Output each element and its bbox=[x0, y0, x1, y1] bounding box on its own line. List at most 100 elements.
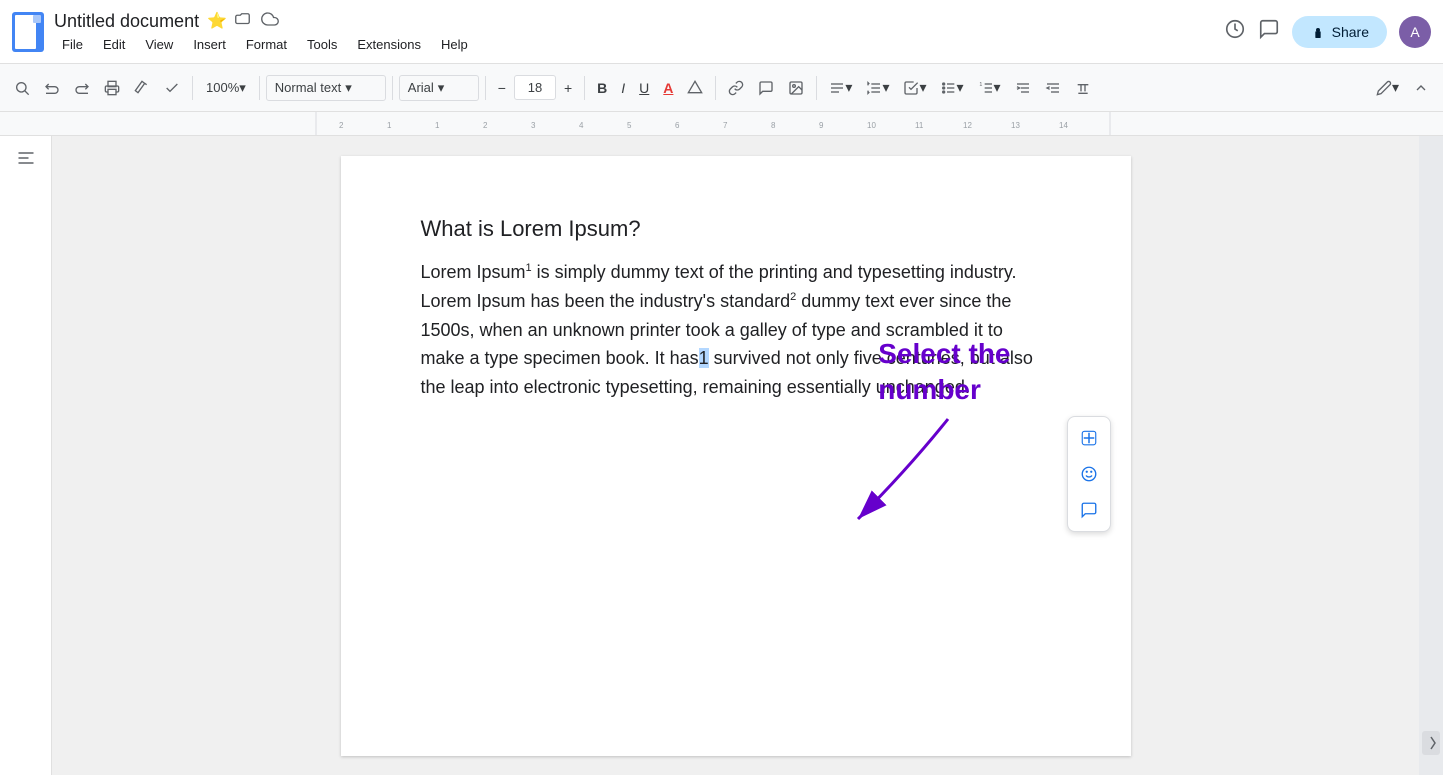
header-right: Share A bbox=[1224, 16, 1431, 48]
doc-body: Lorem Ipsum1 is simply dummy text of the… bbox=[421, 258, 1051, 402]
doc-title: Untitled document ⭐ bbox=[54, 10, 1224, 33]
svg-text:12: 12 bbox=[963, 121, 972, 130]
svg-text:4: 4 bbox=[579, 121, 584, 130]
undo-button[interactable] bbox=[38, 76, 66, 100]
svg-text:2: 2 bbox=[483, 121, 488, 130]
highlight-button[interactable] bbox=[681, 76, 709, 100]
clear-format-button[interactable] bbox=[1069, 76, 1097, 100]
title-icons: ⭐ bbox=[207, 10, 279, 33]
share-button[interactable]: Share bbox=[1292, 16, 1387, 48]
avatar-initials: A bbox=[1410, 24, 1419, 40]
ruler: 21 12 34 56 78 910 1112 1314 bbox=[0, 112, 1443, 136]
collapse-toolbar-button[interactable] bbox=[1407, 76, 1435, 100]
menu-insert[interactable]: Insert bbox=[185, 35, 234, 54]
redo-button[interactable] bbox=[68, 76, 96, 100]
doc-heading: What is Lorem Ipsum? bbox=[421, 216, 1051, 242]
user-avatar[interactable]: A bbox=[1399, 16, 1431, 48]
menu-format[interactable]: Format bbox=[238, 35, 295, 54]
print-button[interactable] bbox=[98, 76, 126, 100]
document-title[interactable]: Untitled document bbox=[54, 11, 199, 32]
float-emoji-button[interactable] bbox=[1072, 457, 1106, 491]
link-button[interactable] bbox=[722, 76, 750, 100]
selected-number: 1 bbox=[699, 348, 709, 368]
indent-less-button[interactable] bbox=[1039, 76, 1067, 100]
zoom-selector[interactable]: 100%▾ bbox=[199, 77, 253, 99]
history-icon[interactable] bbox=[1224, 18, 1246, 45]
menu-edit[interactable]: Edit bbox=[95, 35, 133, 54]
edge-tab[interactable] bbox=[1422, 731, 1440, 755]
style-value: Normal text bbox=[275, 80, 341, 95]
menu-help[interactable]: Help bbox=[433, 35, 476, 54]
menu-bar: File Edit View Insert Format Tools Exten… bbox=[54, 35, 1224, 54]
paint-format-button[interactable] bbox=[128, 76, 156, 100]
svg-text:10: 10 bbox=[867, 121, 876, 130]
svg-text:1: 1 bbox=[435, 121, 440, 130]
toolbar: 100%▾ Normal text ▾ Arial ▾ − + B I U A … bbox=[0, 64, 1443, 112]
align-button[interactable]: ▾ bbox=[823, 75, 858, 100]
svg-text:6: 6 bbox=[675, 121, 680, 130]
float-comment-button[interactable] bbox=[1072, 493, 1106, 527]
title-bar: Untitled document ⭐ File Edit View Inser… bbox=[0, 0, 1443, 64]
float-toolbar bbox=[1067, 416, 1111, 532]
separator-4 bbox=[485, 76, 486, 100]
main-area: What is Lorem Ipsum? Lorem Ipsum1 is sim… bbox=[0, 136, 1443, 775]
svg-text:3: 3 bbox=[531, 121, 536, 130]
svg-text:2: 2 bbox=[339, 121, 344, 130]
svg-text:13: 13 bbox=[1011, 121, 1020, 130]
outline-icon[interactable] bbox=[16, 148, 36, 173]
line-spacing-button[interactable]: ▾ bbox=[860, 75, 895, 100]
text-color-button[interactable]: A bbox=[657, 76, 679, 100]
svg-text:14: 14 bbox=[1059, 121, 1068, 130]
annotation-arrow bbox=[818, 409, 978, 539]
edit-pen-button[interactable]: ▾ bbox=[1370, 75, 1405, 100]
menu-view[interactable]: View bbox=[137, 35, 181, 54]
comments-icon[interactable] bbox=[1258, 18, 1280, 45]
menu-extensions[interactable]: Extensions bbox=[349, 35, 429, 54]
font-value: Arial bbox=[408, 80, 434, 95]
title-section: Untitled document ⭐ File Edit View Inser… bbox=[54, 10, 1224, 54]
docs-logo-icon bbox=[12, 12, 44, 52]
insert-image-button[interactable] bbox=[782, 76, 810, 100]
separator-7 bbox=[816, 76, 817, 100]
svg-text:11: 11 bbox=[915, 121, 924, 130]
svg-text:1: 1 bbox=[979, 82, 982, 88]
svg-text:9: 9 bbox=[819, 121, 824, 130]
left-sidebar bbox=[0, 136, 52, 775]
ruler-svg: 21 12 34 56 78 910 1112 1314 bbox=[0, 112, 1443, 136]
share-label: Share bbox=[1332, 24, 1369, 40]
canvas-area[interactable]: What is Lorem Ipsum? Lorem Ipsum1 is sim… bbox=[52, 136, 1419, 775]
document-page: What is Lorem Ipsum? Lorem Ipsum1 is sim… bbox=[341, 156, 1131, 756]
menu-tools[interactable]: Tools bbox=[299, 35, 345, 54]
lorem-ipsum-text: Lorem Ipsum bbox=[421, 262, 526, 282]
numbered-list-button[interactable]: 1▾ bbox=[972, 75, 1007, 100]
italic-button[interactable]: I bbox=[615, 76, 631, 100]
menu-file[interactable]: File bbox=[54, 35, 91, 54]
float-add-button[interactable] bbox=[1072, 421, 1106, 455]
svg-text:7: 7 bbox=[723, 121, 728, 130]
star-icon[interactable]: ⭐ bbox=[207, 11, 227, 31]
search-button[interactable] bbox=[8, 76, 36, 100]
right-edge bbox=[1419, 136, 1443, 775]
separator-6 bbox=[715, 76, 716, 100]
spell-check-button[interactable] bbox=[158, 76, 186, 100]
svg-text:8: 8 bbox=[771, 121, 776, 130]
indent-more-button[interactable] bbox=[1009, 76, 1037, 100]
font-selector[interactable]: Arial ▾ bbox=[399, 75, 479, 101]
svg-text:1: 1 bbox=[387, 121, 392, 130]
cloud-save-icon[interactable] bbox=[261, 10, 279, 33]
style-selector[interactable]: Normal text ▾ bbox=[266, 75, 386, 101]
increase-font-size[interactable]: + bbox=[558, 76, 578, 100]
bold-button[interactable]: B bbox=[591, 76, 613, 100]
separator-1 bbox=[192, 76, 193, 100]
font-size-input[interactable] bbox=[514, 75, 556, 100]
separator-5 bbox=[584, 76, 585, 100]
separator-3 bbox=[392, 76, 393, 100]
svg-text:5: 5 bbox=[627, 121, 632, 130]
checklist-button[interactable]: ▾ bbox=[897, 75, 932, 100]
folder-icon[interactable] bbox=[235, 10, 253, 33]
bullet-list-button[interactable]: ▾ bbox=[935, 75, 970, 100]
decrease-font-size[interactable]: − bbox=[492, 76, 512, 100]
separator-2 bbox=[259, 76, 260, 100]
insert-comment-button[interactable] bbox=[752, 76, 780, 100]
underline-button[interactable]: U bbox=[633, 76, 655, 100]
